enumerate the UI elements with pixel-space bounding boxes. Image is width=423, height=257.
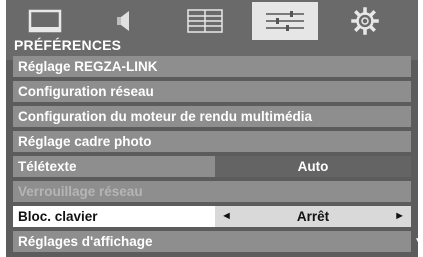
left-arrow-icon[interactable]: ◄ [221, 206, 232, 227]
menu-item-label: Bloc. clavier [18, 209, 98, 224]
menu-tab-bar [6, 0, 418, 42]
menu-item-teletext[interactable]: Télétexte Auto [13, 156, 411, 177]
teletext-value[interactable]: Auto [215, 156, 411, 177]
menu-item-label: Configuration du moteur de rendu multimé… [18, 109, 313, 124]
setup-icon [187, 9, 223, 33]
menu-item-network-config[interactable]: Configuration réseau [13, 81, 411, 102]
menu-item-label: Réglage REGZA-LINK [18, 59, 158, 74]
picture-icon [28, 9, 62, 33]
menu-item-label: Configuration réseau [18, 84, 154, 99]
preferences-sliders-icon [266, 11, 304, 31]
tv-menu-screen: PRÉFÉRENCES Réglage REGZA-LINK Configura… [6, 0, 418, 257]
menu-item-network-lock: Verrouillage réseau [13, 181, 411, 202]
menu-item-label: Télétexte [18, 159, 77, 174]
keypad-lock-selector[interactable]: ◄ Arrêt ► [215, 206, 411, 227]
menu-item-display-settings[interactable]: Réglages d'affichage [13, 231, 411, 252]
sound-icon [117, 11, 129, 31]
tab-setup[interactable] [172, 2, 238, 40]
menu-item-media-renderer[interactable]: Configuration du moteur de rendu multimé… [13, 106, 411, 127]
menu-item-regza-link[interactable]: Réglage REGZA-LINK [13, 56, 411, 77]
keypad-lock-value: Arrêt [296, 209, 330, 224]
right-arrow-icon[interactable]: ► [394, 206, 405, 227]
menu-item-label: Réglages d'affichage [18, 234, 153, 249]
scroll-down-icon[interactable]: ▼ [414, 236, 423, 247]
tab-picture[interactable] [12, 2, 78, 40]
tab-settings[interactable] [332, 2, 398, 40]
menu-title: PRÉFÉRENCES [14, 37, 122, 53]
gear-icon [351, 7, 379, 35]
tab-preferences[interactable] [252, 2, 318, 40]
menu-item-keypad-lock[interactable]: Bloc. clavier ◄ Arrêt ► [13, 206, 411, 227]
menu-item-photo-frame[interactable]: Réglage cadre photo [13, 131, 411, 152]
menu-item-label: Réglage cadre photo [18, 134, 152, 149]
tab-sound[interactable] [92, 2, 158, 40]
menu-item-label: Verrouillage réseau [18, 184, 143, 199]
